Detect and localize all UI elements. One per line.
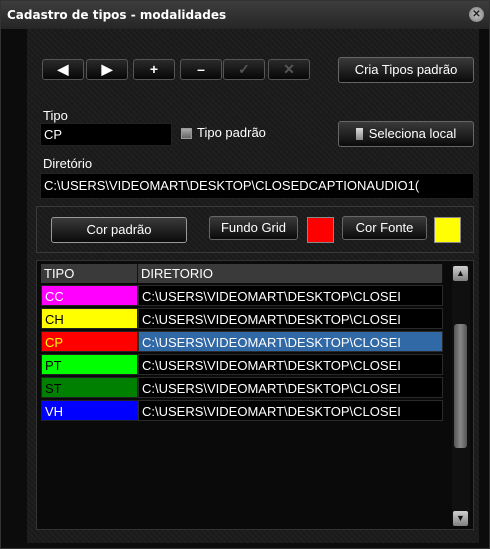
cell-tipo[interactable]: CC xyxy=(41,285,138,306)
next-record-button[interactable]: ▶ xyxy=(86,59,128,80)
seleciona-local-button[interactable]: Seleciona local xyxy=(338,121,474,147)
cell-diretorio[interactable]: C:\USERS\VIDEOMART\DESKTOP\CLOSEI xyxy=(138,354,443,375)
seleciona-local-label: Seleciona local xyxy=(368,126,457,141)
scroll-down-icon[interactable]: ▼ xyxy=(453,511,468,526)
table-row[interactable]: ST C:\USERS\VIDEOMART\DESKTOP\CLOSEI xyxy=(41,377,443,398)
tipo-input[interactable]: CP xyxy=(40,123,172,146)
dialog-window: Cadastro de tipos - modalidades ✕ ◀ ▶ + … xyxy=(0,0,490,549)
cria-tipos-padrao-button[interactable]: Cria Tipos padrão xyxy=(338,57,474,83)
tipos-grid[interactable]: TIPO DIRETORIO CC C:\USERS\VIDEOMART\DESK… xyxy=(36,260,474,530)
scrollbar-thumb[interactable] xyxy=(454,324,467,448)
add-record-button[interactable]: + xyxy=(133,59,175,80)
cell-tipo[interactable]: VH xyxy=(41,400,138,421)
table-row[interactable]: VH C:\USERS\VIDEOMART\DESKTOP\CLOSEI xyxy=(41,400,443,421)
fundo-grid-button[interactable]: Fundo Grid xyxy=(209,216,298,240)
remove-record-button[interactable]: – xyxy=(180,59,222,80)
tipo-label: Tipo xyxy=(43,108,68,123)
file-icon xyxy=(355,128,363,140)
fundo-grid-color-swatch[interactable] xyxy=(307,217,334,243)
cell-diretorio[interactable]: C:\USERS\VIDEOMART\DESKTOP\CLOSEI xyxy=(138,400,443,421)
prev-record-button[interactable]: ◀ xyxy=(42,59,84,80)
cell-tipo[interactable]: PT xyxy=(41,354,138,375)
cor-padrao-button[interactable]: Cor padrão xyxy=(51,217,187,243)
window-title: Cadastro de tipos - modalidades xyxy=(7,8,227,22)
table-row[interactable]: CP C:\USERS\VIDEOMART\DESKTOP\CLOSEI xyxy=(41,331,443,352)
vertical-scrollbar[interactable]: ▲ ▼ xyxy=(452,264,470,526)
tipo-padrao-label: Tipo padrão xyxy=(197,125,266,140)
table-row[interactable]: CC C:\USERS\VIDEOMART\DESKTOP\CLOSEI xyxy=(41,285,443,306)
confirm-button[interactable]: ✓ xyxy=(223,59,265,80)
cell-tipo[interactable]: CH xyxy=(41,308,138,329)
cor-fonte-color-swatch[interactable] xyxy=(434,217,461,243)
cancel-button[interactable]: ✕ xyxy=(268,59,310,80)
diretorio-label: Diretório xyxy=(43,156,93,171)
column-header-tipo[interactable]: TIPO xyxy=(41,264,138,283)
diretorio-input[interactable]: C:\USERS\VIDEOMART\DESKTOP\CLOSEDCAPTION… xyxy=(40,173,474,199)
scroll-up-icon[interactable]: ▲ xyxy=(453,266,468,281)
table-row[interactable]: CH C:\USERS\VIDEOMART\DESKTOP\CLOSEI xyxy=(41,308,443,329)
cor-fonte-button[interactable]: Cor Fonte xyxy=(342,216,427,240)
close-icon[interactable]: ✕ xyxy=(469,7,484,22)
column-header-diretorio[interactable]: DIRETORIO xyxy=(138,264,443,283)
cell-diretorio[interactable]: C:\USERS\VIDEOMART\DESKTOP\CLOSEI xyxy=(138,331,443,352)
cell-tipo[interactable]: ST xyxy=(41,377,138,398)
title-bar[interactable]: Cadastro de tipos - modalidades ✕ xyxy=(1,1,489,29)
cell-diretorio[interactable]: C:\USERS\VIDEOMART\DESKTOP\CLOSEI xyxy=(138,285,443,306)
cell-tipo[interactable]: CP xyxy=(41,331,138,352)
tipo-padrao-checkbox[interactable] xyxy=(181,128,192,139)
cell-diretorio[interactable]: C:\USERS\VIDEOMART\DESKTOP\CLOSEI xyxy=(138,308,443,329)
cell-diretorio[interactable]: C:\USERS\VIDEOMART\DESKTOP\CLOSEI xyxy=(138,377,443,398)
table-row[interactable]: PT C:\USERS\VIDEOMART\DESKTOP\CLOSEI xyxy=(41,354,443,375)
